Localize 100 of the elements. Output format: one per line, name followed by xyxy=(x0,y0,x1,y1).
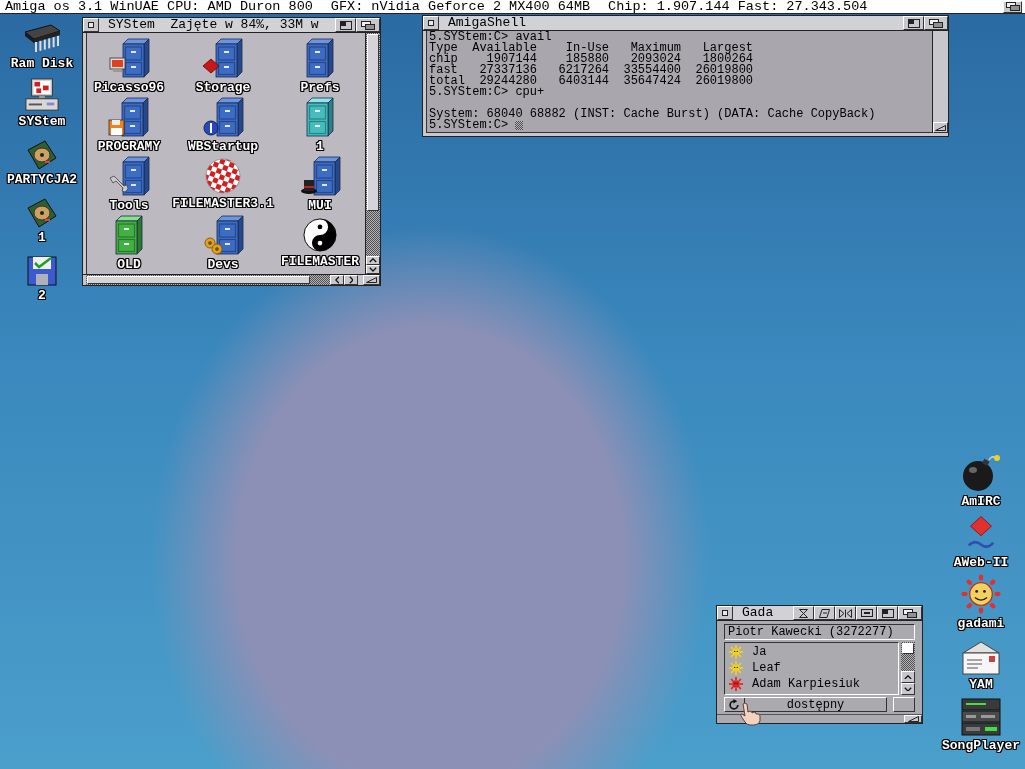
overlapping-rectangles-icon xyxy=(361,20,375,30)
scroll-down-button[interactable] xyxy=(901,683,915,695)
drawer-icon[interactable]: WBStartup xyxy=(187,96,259,153)
close-button[interactable] xyxy=(717,606,733,620)
screen-title-text: Chip: 1.907.144 Fast: 27.343.504 xyxy=(608,0,868,13)
slanted-page-icon xyxy=(819,608,830,618)
console-line: total 29244280 6403144 35647424 26019800 xyxy=(429,76,754,87)
zoom-button[interactable] xyxy=(903,16,924,30)
nested-rectangles-icon xyxy=(881,608,894,618)
overlapping-rectangles-icon xyxy=(929,18,943,28)
contact-list-item[interactable]: Adam Karpiesiuk xyxy=(725,676,898,692)
drawer-icon[interactable]: MUI xyxy=(299,155,341,212)
resize-corner-icon xyxy=(366,277,377,283)
desktop-icon[interactable]: AmIRC xyxy=(961,450,1001,508)
desktop-icon[interactable]: gadami xyxy=(957,572,1005,630)
console-line: 5.SYStem:C> xyxy=(429,120,509,131)
drawer-icon[interactable]: Tools xyxy=(108,155,150,212)
contact-list-item[interactable]: Leaf xyxy=(725,660,898,676)
close-button[interactable] xyxy=(83,18,99,32)
zoom-button[interactable] xyxy=(335,18,356,32)
zoom-button[interactable] xyxy=(877,606,898,620)
drawer-icon[interactable]: OLD xyxy=(115,214,143,271)
depth-button[interactable] xyxy=(356,18,380,32)
console-line: 5.SYStem:C> avail xyxy=(429,32,552,43)
drawer-icon[interactable]: Devs xyxy=(202,214,244,271)
cycle-arrow-icon xyxy=(729,699,740,710)
filing-cabinet-icon xyxy=(115,214,143,255)
status-cycle-button[interactable]: dostępny xyxy=(724,697,887,712)
close-button[interactable] xyxy=(423,16,439,30)
resize-button[interactable] xyxy=(904,715,922,723)
drawer-icon[interactable]: FILEMASTER xyxy=(281,217,359,268)
console-line: Type Available In-Use Maximum Largest xyxy=(429,43,754,54)
drawer-icon[interactable]: FILEMASTER3.1 xyxy=(172,157,274,210)
desktop-icon[interactable]: PARTYCJA2 xyxy=(6,136,78,186)
screen-title-text: GFX: nVidia Geforce 2 MX400 64MB xyxy=(330,0,591,13)
caret-left-icon xyxy=(334,276,340,284)
triangles-button[interactable] xyxy=(835,606,856,620)
filing-cabinet-icon xyxy=(306,37,334,78)
nested-rectangles-icon xyxy=(907,18,920,28)
caret-right-icon xyxy=(348,276,354,284)
overlapping-rectangles-icon xyxy=(903,608,917,618)
window-title: SYStem Zajęte w 84%, 33M w xyxy=(107,18,320,32)
floppy-disk-check-icon xyxy=(27,256,57,286)
hourglass-button[interactable] xyxy=(793,606,814,620)
bomb-icon xyxy=(961,454,1001,492)
caret-up-icon xyxy=(369,258,377,263)
desktop-icon[interactable]: SongPlayer xyxy=(942,694,1020,752)
scrollbar-thumb[interactable] xyxy=(367,34,379,211)
drawer-icon[interactable]: 1 xyxy=(306,96,334,153)
drawer-icon[interactable]: Picasso96 xyxy=(93,37,165,94)
scroll-right-button[interactable] xyxy=(344,275,358,285)
hand-pointer-icon xyxy=(739,702,761,726)
triangles-icon xyxy=(839,608,852,618)
console-line: 5.SYStem:C> cpu+ xyxy=(429,87,545,98)
drawer-icon[interactable]: Prefs xyxy=(300,37,340,94)
drawer-icon[interactable]: PROGRAMY xyxy=(97,96,161,153)
desktop-icon[interactable]: YAM xyxy=(962,633,1000,691)
scroll-up-button[interactable] xyxy=(901,671,915,683)
cabinet-top-hat-icon xyxy=(299,155,341,196)
hourglass-icon xyxy=(799,608,808,618)
scrollbar-thumb[interactable] xyxy=(902,643,914,654)
text-cursor xyxy=(515,121,524,130)
resize-button[interactable] xyxy=(933,122,948,133)
caret-down-icon xyxy=(369,267,377,272)
console-line: chip 1907144 185880 2093024 1800264 xyxy=(429,54,754,65)
desktop-icon[interactable]: AWeb-II xyxy=(953,511,1009,569)
desktop-icon[interactable]: Ram Disk xyxy=(10,20,74,70)
user-name-display: Piotr Kawecki (3272277) xyxy=(724,624,915,640)
cabinet-gears-icon xyxy=(202,214,244,255)
envelope-icon xyxy=(962,641,1000,675)
drawer-icon[interactable]: Storage xyxy=(195,37,251,94)
desktop-icon[interactable]: 2 xyxy=(27,252,57,302)
blank-button[interactable] xyxy=(893,697,915,712)
resize-corner-icon xyxy=(935,124,946,131)
window-title: Gada xyxy=(741,606,775,620)
scroll-down-button[interactable] xyxy=(366,265,380,274)
shell-console[interactable] xyxy=(426,31,932,133)
window-title: AmigaShell xyxy=(447,16,527,30)
cabinet-box-icon xyxy=(202,37,244,78)
depth-button[interactable] xyxy=(1003,0,1022,13)
resize-button[interactable] xyxy=(363,275,380,285)
depth-button[interactable] xyxy=(924,16,948,30)
console-line: fast 27337136 6217264 33554400 26019800 xyxy=(429,65,754,76)
scroll-left-button[interactable] xyxy=(330,275,344,285)
scroll-up-button[interactable] xyxy=(366,256,380,265)
desktop-icon[interactable]: 1 xyxy=(27,194,57,244)
computer-icon xyxy=(24,78,60,112)
smiley-sun-icon xyxy=(961,574,1001,614)
stereo-rack-icon xyxy=(961,698,1001,736)
cabinet-monitor-icon xyxy=(108,37,150,78)
note-button[interactable] xyxy=(814,606,835,620)
depth-button[interactable] xyxy=(898,606,922,620)
console-line: System: 68040 68882 (INST: Cache Burst) (DATA: Cache CopyBack) xyxy=(429,109,876,120)
caret-down-icon xyxy=(904,686,912,692)
yin-yang-icon xyxy=(303,217,337,252)
contact-list-item[interactable]: Ja xyxy=(725,644,898,660)
scrollbar-thumb[interactable] xyxy=(87,276,310,284)
minimize-button[interactable] xyxy=(856,606,877,620)
desktop-icon[interactable]: SYStem xyxy=(18,78,66,128)
rectangle-icon xyxy=(860,609,873,617)
